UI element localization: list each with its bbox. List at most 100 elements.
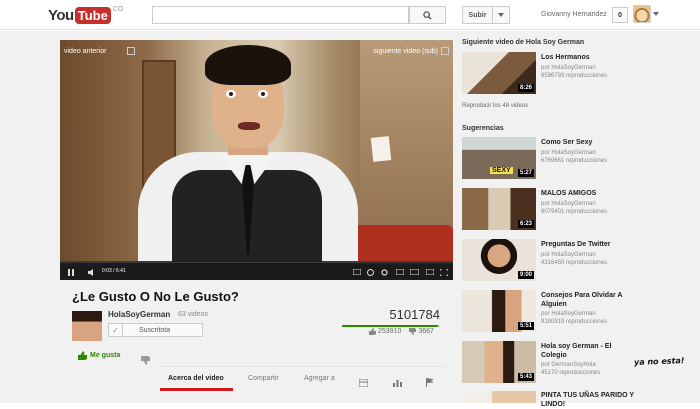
time-display: 0:03 / 6:41 xyxy=(102,268,126,274)
clock-icon xyxy=(367,268,374,276)
channel-name[interactable]: HolaSoyGerman xyxy=(108,310,170,319)
external-link-icon xyxy=(441,47,449,55)
thumbs-down-icon xyxy=(141,356,150,365)
check-icon: ✓ xyxy=(109,324,123,336)
user-name[interactable]: Giovanny Hernandez xyxy=(541,11,607,18)
suggestion-title[interactable]: Preguntas De Twitter xyxy=(541,240,639,249)
person-eye-left xyxy=(226,90,236,98)
settings-button[interactable] xyxy=(381,266,388,278)
like-label: Me gusta xyxy=(90,352,121,359)
tab-add-to[interactable]: Agregar a xyxy=(304,375,335,382)
player-controls: 0:03 / 6:41 xyxy=(60,261,453,280)
suggestion-channel[interactable]: por HolaSoyGerman xyxy=(541,150,596,156)
thumbs-up-icon xyxy=(78,351,87,360)
scene-poster xyxy=(370,136,392,162)
captions-button[interactable] xyxy=(353,266,361,278)
suggestion-views: 6079401 reproducciones xyxy=(541,209,608,215)
suggestion-views: 6769661 reproducciones xyxy=(541,158,608,164)
external-link-icon xyxy=(127,47,136,55)
previous-video-label: video anterior xyxy=(64,47,107,55)
play-pause-button[interactable] xyxy=(68,266,74,278)
video-action-tabs: Acerca del video Compartir Agregar a xyxy=(160,366,445,392)
suggestion-title[interactable]: PINTA TUS UÑAS PARIDO Y LINDO! xyxy=(541,391,639,409)
like-ratio-bar xyxy=(342,325,440,327)
next-video-label: siguiente video (sub) xyxy=(373,47,438,55)
user-avatar[interactable] xyxy=(633,5,651,23)
small-player-button[interactable] xyxy=(396,266,404,278)
suggestion-thumbnail[interactable]: 5:43 xyxy=(462,341,536,383)
thumbs-up-icon xyxy=(369,328,376,335)
suggestion-channel[interactable]: por GermanSoyHola xyxy=(541,362,596,368)
like-count: 253910 xyxy=(378,328,402,335)
watch-later-button[interactable] xyxy=(367,266,374,278)
suggestion-thumbnail[interactable] xyxy=(462,391,536,403)
handwritten-annotation: ya no esta! xyxy=(633,356,685,367)
suggestion-views: 9180919 reproducciones xyxy=(541,319,608,325)
video-player[interactable]: video anterior siguiente video (sub) 0:0… xyxy=(60,40,453,280)
tab-about[interactable]: Acerca del video xyxy=(168,375,224,382)
dislike-button[interactable] xyxy=(141,352,150,370)
gear-icon xyxy=(381,268,388,276)
channel-video-count[interactable]: 63 videos xyxy=(178,311,208,318)
suggestion-channel[interactable]: por HolaSoyGerman xyxy=(541,311,596,317)
suggestion-title[interactable]: MALOS AMIGOS xyxy=(541,189,639,198)
suggestion-title[interactable]: Hola soy German - El Colegio xyxy=(541,342,639,360)
large-player-icon xyxy=(410,269,419,275)
suggestion-channel[interactable]: por HolaSoyGerman xyxy=(541,252,596,258)
video-frame xyxy=(60,40,453,262)
suggestion-title[interactable]: Consejos Para Olvidar A Alguien xyxy=(541,291,639,309)
notification-count[interactable]: 0 xyxy=(612,7,628,23)
next-video-channel[interactable]: por HolaSoyGerman xyxy=(541,65,596,71)
channel-avatar[interactable] xyxy=(72,311,102,341)
youtube-logo[interactable]: You Tube CO xyxy=(48,6,123,24)
chevron-down-icon[interactable] xyxy=(653,12,659,16)
suggestion-views: 4316450 reproducciones xyxy=(541,260,608,266)
tab-share[interactable]: Compartir xyxy=(248,375,279,382)
like-button[interactable]: Me gusta xyxy=(78,351,120,360)
suggestion-title[interactable]: Como Ser Sexy xyxy=(541,138,639,147)
logo-region: CO xyxy=(112,6,124,13)
upload-button[interactable]: Subir xyxy=(462,6,492,24)
logo-you: You xyxy=(48,6,74,24)
large-player-button[interactable] xyxy=(410,266,419,278)
scene-bed xyxy=(345,225,453,261)
previous-video-button[interactable]: video anterior xyxy=(64,44,136,58)
active-tab-indicator xyxy=(160,388,233,391)
video-duration: 5:43 xyxy=(517,373,534,381)
volume-icon xyxy=(88,268,93,276)
play-all-link[interactable]: Reproducir los 48 videos xyxy=(462,103,528,109)
popout-button[interactable] xyxy=(426,266,434,278)
suggestions-heading: Sugerencias xyxy=(462,125,504,132)
like-ratio-fill xyxy=(342,325,439,327)
next-video-title[interactable]: Los Hermanos xyxy=(541,53,639,62)
search-input[interactable] xyxy=(152,6,409,24)
flag-icon xyxy=(426,378,434,387)
video-duration: 9:00 xyxy=(517,271,534,279)
subscribe-button[interactable]: ✓ Suscritota xyxy=(108,323,203,337)
person-mouth xyxy=(238,122,260,130)
statistics-button[interactable] xyxy=(393,374,402,392)
search-button[interactable] xyxy=(409,6,446,24)
next-video-button[interactable]: siguiente video (sub) xyxy=(373,44,449,58)
suggestion-channel[interactable]: por HolaSoyGerman xyxy=(541,201,596,207)
chevron-down-icon xyxy=(498,13,504,17)
volume-button[interactable] xyxy=(88,266,96,278)
transcript-button[interactable] xyxy=(358,374,369,392)
person-eye-right xyxy=(258,90,268,98)
fullscreen-button[interactable] xyxy=(440,266,448,278)
transcript-icon xyxy=(358,378,369,388)
fullscreen-icon xyxy=(440,268,448,276)
thumbnail-caption: SEXY xyxy=(490,167,513,174)
next-video-thumbnail[interactable]: 8:26 xyxy=(462,52,536,94)
like-count-group: 253910 xyxy=(369,328,401,335)
suggestion-thumbnail[interactable]: SEXY 5:27 xyxy=(462,137,536,179)
subscribe-label: Suscritota xyxy=(139,326,171,334)
suggestion-thumbnail[interactable]: 9:00 xyxy=(462,239,536,281)
suggestion-thumbnail[interactable]: 6:23 xyxy=(462,188,536,230)
like-dislike-counts: 253910 3667 xyxy=(369,328,434,335)
upload-dropdown[interactable] xyxy=(492,6,510,24)
report-button[interactable] xyxy=(426,374,434,392)
dislike-count: 3667 xyxy=(418,328,434,335)
suggestion-thumbnail[interactable]: 5:51 xyxy=(462,290,536,332)
video-duration: 8:26 xyxy=(517,84,534,92)
